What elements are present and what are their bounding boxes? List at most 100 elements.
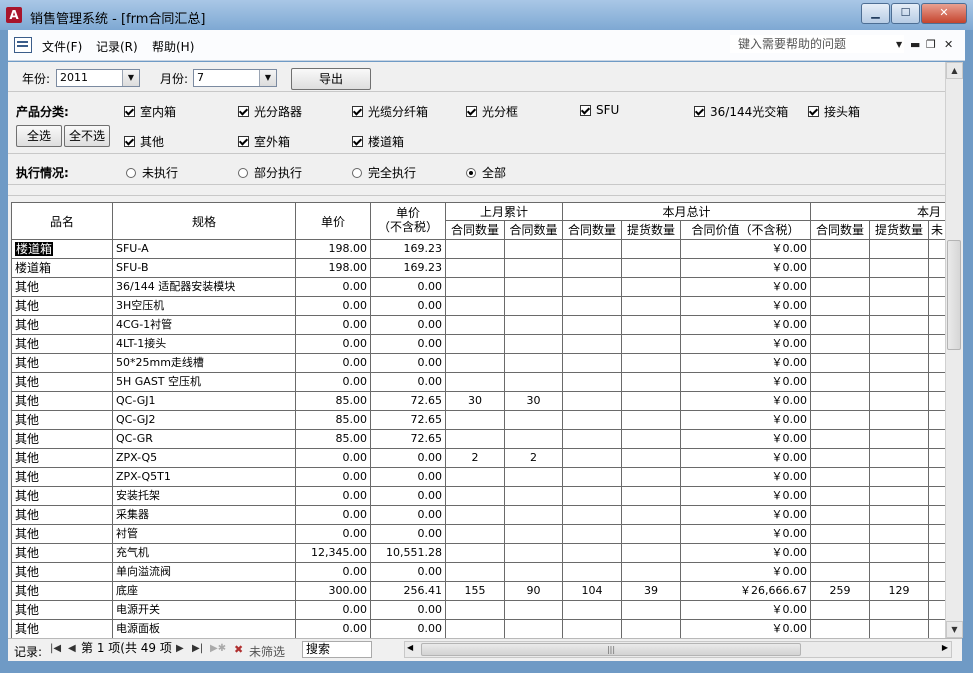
- category-checkbox-joint-box[interactable]: 接头箱: [808, 103, 860, 120]
- scroll-right-icon[interactable]: ▶: [942, 643, 948, 652]
- table-row[interactable]: 楼道箱 SFU-A 198.00 169.23 ￥0.00: [11, 240, 945, 259]
- cell-last-contract-qty[interactable]: [446, 411, 505, 430]
- first-record-icon[interactable]: |◀: [50, 643, 61, 654]
- cell-name[interactable]: 其他: [11, 430, 113, 449]
- next-record-icon[interactable]: ▶: [176, 643, 184, 654]
- header-next-contract-qty[interactable]: 合同数量: [811, 221, 870, 240]
- cell-name[interactable]: 楼道箱: [11, 240, 113, 259]
- table-row[interactable]: 其他 36/144 适配器安装模块 0.00 0.00 ￥0.00: [11, 278, 945, 297]
- cell-spec[interactable]: 50*25mm走线槽: [113, 354, 296, 373]
- cell-price-ex-tax[interactable]: 72.65: [371, 411, 446, 430]
- checkbox-icon[interactable]: [238, 106, 249, 117]
- mdi-restore-icon[interactable]: ❐: [926, 38, 936, 51]
- table-row[interactable]: 其他 3H空压机 0.00 0.00 ￥0.00: [11, 297, 945, 316]
- cell-next-contract-qty[interactable]: [811, 468, 870, 487]
- cell-contract-value[interactable]: ￥0.00: [681, 297, 811, 316]
- cell-last-contract-qty-2[interactable]: [505, 468, 563, 487]
- close-button[interactable]: ✕: [921, 3, 967, 24]
- category-checkbox-corridor[interactable]: 楼道箱: [352, 133, 404, 150]
- cell-this-delivery-qty[interactable]: [622, 335, 681, 354]
- cell-truncated[interactable]: [929, 430, 945, 449]
- cell-this-contract-qty[interactable]: [563, 240, 622, 259]
- cell-this-contract-qty[interactable]: [563, 316, 622, 335]
- cell-price-ex-tax[interactable]: 72.65: [371, 430, 446, 449]
- table-row[interactable]: 其他 充气机 12,345.00 10,551.28 ￥0.00: [11, 544, 945, 563]
- cell-next-delivery-qty[interactable]: [870, 278, 929, 297]
- previous-record-icon[interactable]: ◀: [68, 643, 76, 654]
- cell-this-delivery-qty[interactable]: [622, 354, 681, 373]
- cell-spec[interactable]: 36/144 适配器安装模块: [113, 278, 296, 297]
- cell-last-contract-qty[interactable]: [446, 316, 505, 335]
- cell-name[interactable]: 其他: [11, 525, 113, 544]
- cell-this-delivery-qty[interactable]: [622, 373, 681, 392]
- cell-next-delivery-qty[interactable]: [870, 297, 929, 316]
- cell-last-contract-qty[interactable]: [446, 506, 505, 525]
- cell-next-contract-qty[interactable]: [811, 487, 870, 506]
- cell-price[interactable]: 198.00: [296, 259, 371, 278]
- cell-next-contract-qty[interactable]: [811, 278, 870, 297]
- category-checkbox-indoor[interactable]: 室内箱: [124, 103, 176, 120]
- cell-last-contract-qty[interactable]: [446, 297, 505, 316]
- cell-price-ex-tax[interactable]: 10,551.28: [371, 544, 446, 563]
- cell-price-ex-tax[interactable]: 0.00: [371, 449, 446, 468]
- cell-price[interactable]: 0.00: [296, 468, 371, 487]
- cell-price-ex-tax[interactable]: 169.23: [371, 259, 446, 278]
- cell-this-delivery-qty[interactable]: [622, 525, 681, 544]
- cell-last-contract-qty-2[interactable]: [505, 601, 563, 620]
- header-spec[interactable]: 规格: [113, 202, 296, 240]
- last-record-icon[interactable]: ▶|: [192, 643, 203, 654]
- cell-name[interactable]: 其他: [11, 335, 113, 354]
- cell-price[interactable]: 0.00: [296, 487, 371, 506]
- cell-next-delivery-qty[interactable]: [870, 525, 929, 544]
- cell-last-contract-qty[interactable]: [446, 544, 505, 563]
- cell-this-contract-qty[interactable]: [563, 563, 622, 582]
- cell-last-contract-qty-2[interactable]: [505, 506, 563, 525]
- table-row[interactable]: 其他 4LT-1接头 0.00 0.00 ￥0.00: [11, 335, 945, 354]
- cell-last-contract-qty[interactable]: 30: [446, 392, 505, 411]
- cell-this-contract-qty[interactable]: [563, 601, 622, 620]
- cell-this-contract-qty[interactable]: [563, 373, 622, 392]
- cell-this-contract-qty[interactable]: [563, 430, 622, 449]
- cell-spec[interactable]: 3H空压机: [113, 297, 296, 316]
- cell-this-delivery-qty[interactable]: [622, 430, 681, 449]
- cell-price-ex-tax[interactable]: 0.00: [371, 373, 446, 392]
- cell-next-delivery-qty[interactable]: [870, 373, 929, 392]
- cell-last-contract-qty-2[interactable]: [505, 240, 563, 259]
- chevron-down-icon[interactable]: ▼: [896, 40, 902, 49]
- cell-price[interactable]: 0.00: [296, 316, 371, 335]
- mdi-close-icon[interactable]: ✕: [944, 38, 953, 51]
- header-truncated[interactable]: 未: [929, 221, 945, 240]
- table-row[interactable]: 其他 QC-GJ1 85.00 72.65 30 30 ￥0.00: [11, 392, 945, 411]
- cell-contract-value[interactable]: ￥0.00: [681, 411, 811, 430]
- cell-last-contract-qty[interactable]: [446, 278, 505, 297]
- cell-name[interactable]: 其他: [11, 392, 113, 411]
- cell-spec[interactable]: 充气机: [113, 544, 296, 563]
- cell-next-contract-qty[interactable]: [811, 297, 870, 316]
- cell-name[interactable]: 其他: [11, 297, 113, 316]
- cell-last-contract-qty[interactable]: 155: [446, 582, 505, 601]
- cell-this-delivery-qty[interactable]: [622, 278, 681, 297]
- cell-truncated[interactable]: [929, 563, 945, 582]
- cell-price-ex-tax[interactable]: 0.00: [371, 354, 446, 373]
- cell-spec[interactable]: 4LT-1接头: [113, 335, 296, 354]
- checkbox-icon[interactable]: [808, 106, 819, 117]
- cell-contract-value[interactable]: ￥0.00: [681, 506, 811, 525]
- cell-next-contract-qty[interactable]: [811, 449, 870, 468]
- chevron-down-icon[interactable]: ▼: [122, 70, 139, 86]
- cell-last-contract-qty-2[interactable]: 30: [505, 392, 563, 411]
- cell-this-delivery-qty[interactable]: [622, 316, 681, 335]
- cell-price[interactable]: 0.00: [296, 506, 371, 525]
- cell-price[interactable]: 0.00: [296, 335, 371, 354]
- table-row[interactable]: 其他 采集器 0.00 0.00 ￥0.00: [11, 506, 945, 525]
- title-bar[interactable]: A 销售管理系统 - [frm合同汇总] ▁ ☐ ✕: [0, 0, 973, 30]
- cell-last-contract-qty-2[interactable]: [505, 278, 563, 297]
- cell-spec[interactable]: 采集器: [113, 506, 296, 525]
- cell-last-contract-qty[interactable]: [446, 601, 505, 620]
- cell-spec[interactable]: 单向溢流阀: [113, 563, 296, 582]
- cell-contract-value[interactable]: ￥0.00: [681, 278, 811, 297]
- table-row[interactable]: 其他 5H GAST 空压机 0.00 0.00 ￥0.00: [11, 373, 945, 392]
- cell-truncated[interactable]: [929, 525, 945, 544]
- cell-contract-value[interactable]: ￥0.00: [681, 392, 811, 411]
- cell-this-delivery-qty[interactable]: [622, 601, 681, 620]
- cell-price-ex-tax[interactable]: 0.00: [371, 487, 446, 506]
